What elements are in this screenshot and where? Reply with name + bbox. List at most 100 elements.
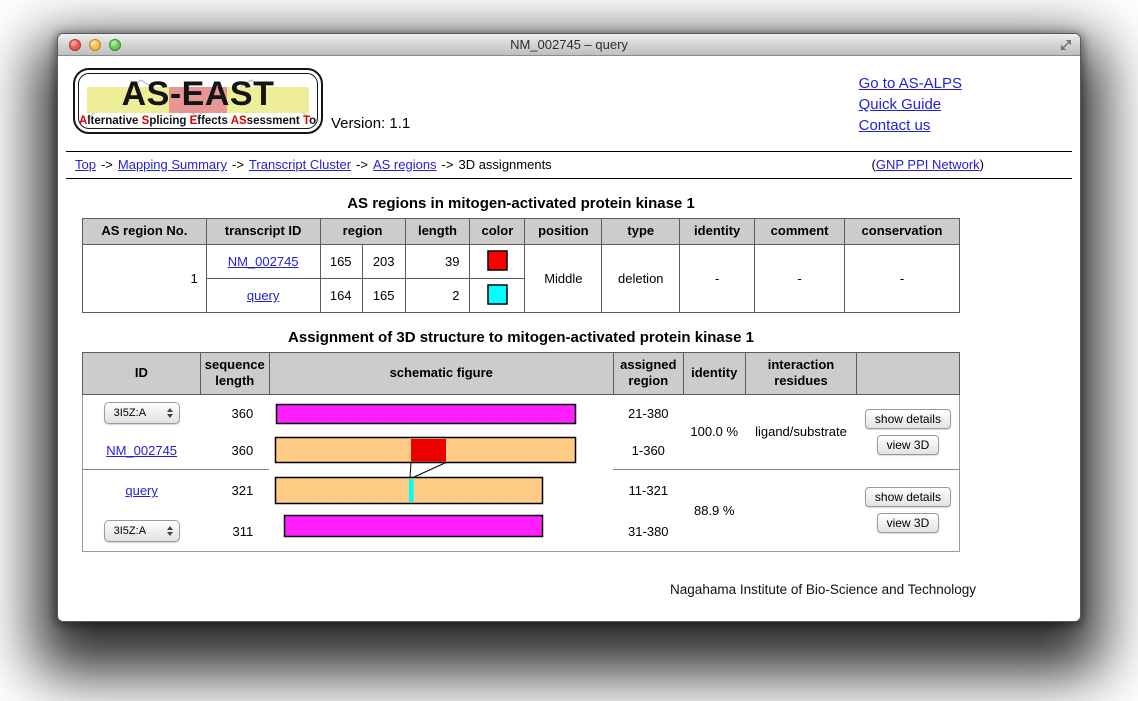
- as-region-red-segment: [411, 439, 446, 462]
- col-transcript-id: transcript ID: [206, 219, 320, 245]
- position-value: Middle: [525, 245, 602, 313]
- col-color: color: [470, 219, 525, 245]
- link-quick-guide[interactable]: Quick Guide: [859, 94, 962, 115]
- comment-value: -: [755, 245, 845, 313]
- link-query[interactable]: query: [125, 483, 158, 498]
- structure-select[interactable]: 3I5Z:A: [104, 402, 180, 424]
- col-sequence-length: sequence length: [200, 353, 269, 395]
- red-color-swatch: [487, 250, 508, 271]
- select-stepper-icon: [166, 525, 174, 537]
- breadcrumb-separator: ->: [442, 157, 454, 172]
- breadcrumb-separator: ->: [101, 157, 113, 172]
- conservation-value: -: [845, 245, 960, 313]
- minimize-button[interactable]: [89, 39, 101, 51]
- actions-cell: show details view 3D: [857, 469, 960, 551]
- breadcrumb-link-top[interactable]: Top: [75, 157, 96, 172]
- assigned-region: 11-321: [613, 469, 683, 512]
- show-details-button[interactable]: show details: [865, 409, 951, 429]
- sequence-length: 360: [200, 432, 269, 469]
- breadcrumb-current: 3D assignments: [458, 157, 551, 172]
- sequence-length: 311: [200, 512, 269, 551]
- alignment-schematic: [269, 395, 613, 548]
- title-bar[interactable]: NM_002745 – query: [58, 34, 1080, 56]
- breadcrumb-link-as-regions[interactable]: AS regions: [373, 157, 437, 172]
- link-nm-002745[interactable]: NM_002745: [106, 443, 177, 458]
- structure-select[interactable]: 3I5Z:A: [104, 520, 180, 542]
- logo-subtitle-text: ools: [309, 115, 318, 127]
- col-as-region-no: AS region No.: [83, 219, 207, 245]
- sequence-length: 321: [200, 469, 269, 512]
- col-comment: comment: [755, 219, 845, 245]
- traffic-lights: [69, 39, 121, 51]
- sequence-length: 360: [200, 394, 269, 432]
- interaction-residues: [745, 469, 857, 551]
- zoom-button[interactable]: [109, 39, 121, 51]
- col-id: ID: [83, 353, 201, 395]
- as-regions-title: AS regions in mitogen-activated protein …: [82, 195, 960, 212]
- page-content: AS-EAST Alternative Splicing Effects ASs…: [58, 56, 1080, 621]
- window-title: NM_002745 – query: [58, 37, 1080, 52]
- col-position: position: [525, 219, 602, 245]
- structure-select-value: 3I5Z:A: [114, 525, 146, 537]
- as-east-logo: AS-EAST Alternative Splicing Effects ASs…: [73, 68, 323, 134]
- identity-value: -: [680, 245, 755, 313]
- region-start: 165: [320, 245, 362, 279]
- col-type: type: [602, 219, 680, 245]
- link-transcript-query[interactable]: query: [247, 288, 280, 303]
- col-assigned-region: assigned region: [613, 353, 683, 395]
- connector-line: [410, 462, 411, 477]
- gnp-ppi-network-wrap: (GNP PPI Network): [872, 157, 984, 172]
- browser-window: NM_002745 – query AS-EAST: [57, 33, 1081, 622]
- table-row: 1 NM_002745 165 203 39 Middle deletion -…: [83, 245, 960, 279]
- close-button[interactable]: [69, 39, 81, 51]
- cyan-color-swatch: [487, 284, 508, 305]
- show-details-button[interactable]: show details: [865, 487, 951, 507]
- color-swatch-cell: [470, 279, 525, 313]
- breadcrumb-separator: ->: [232, 157, 244, 172]
- region-end: 165: [362, 279, 405, 313]
- region-start: 164: [320, 279, 362, 313]
- logo-subtitle-text: sessment: [247, 115, 303, 127]
- breadcrumb-link-mapping-summary[interactable]: Mapping Summary: [118, 157, 227, 172]
- col-schematic-figure: schematic figure: [269, 353, 613, 395]
- table-row: 3I5Z:A 360: [83, 394, 960, 432]
- link-transcript-nm-002745[interactable]: NM_002745: [228, 254, 299, 269]
- breadcrumb: Top -> Mapping Summary -> Transcript Cluster…: [66, 151, 1072, 179]
- logo-subtitle-text: plicing: [149, 115, 189, 127]
- view-3d-button[interactable]: view 3D: [877, 513, 940, 533]
- top-links: Go to AS-ALPS Quick Guide Contact us: [859, 68, 962, 136]
- assigned-region: 1-360: [613, 432, 683, 469]
- col-conservation: conservation: [845, 219, 960, 245]
- col-interaction-residues: interaction residues: [745, 353, 857, 395]
- breadcrumb-link-transcript-cluster[interactable]: Transcript Cluster: [249, 157, 351, 172]
- as-region-cyan-segment: [409, 479, 414, 502]
- view-3d-button[interactable]: view 3D: [877, 435, 940, 455]
- breadcrumb-separator: ->: [356, 157, 368, 172]
- assignment-table: ID sequence length schematic figure assi…: [82, 352, 960, 552]
- col-region: region: [320, 219, 405, 245]
- link-contact-us[interactable]: Contact us: [859, 115, 962, 136]
- col-identity: identity: [680, 219, 755, 245]
- page-header: AS-EAST Alternative Splicing Effects ASs…: [58, 68, 1080, 136]
- identity-percent: 100.0 %: [683, 394, 745, 469]
- link-go-to-as-alps[interactable]: Go to AS-ALPS: [859, 73, 962, 94]
- region-length: 2: [405, 279, 470, 313]
- paren: ): [980, 157, 984, 172]
- as-regions-table: AS region No. transcript ID region lengt…: [82, 218, 960, 313]
- col-actions: [857, 353, 960, 395]
- link-gnp-ppi-network[interactable]: GNP PPI Network: [876, 157, 980, 172]
- bar-3i5z-bottom: [285, 515, 543, 536]
- assigned-region: 31-380: [613, 512, 683, 551]
- color-swatch-cell: [470, 245, 525, 279]
- resize-icon[interactable]: [1059, 38, 1073, 57]
- assigned-region: 21-380: [613, 394, 683, 432]
- bar-3i5z-top: [277, 404, 576, 423]
- as-region-number: 1: [83, 245, 207, 313]
- col-length: length: [405, 219, 470, 245]
- identity-percent: 88.9 %: [683, 469, 745, 551]
- logo-title: AS-EAST: [79, 73, 317, 115]
- region-end: 203: [362, 245, 405, 279]
- logo-subtitle-text: ffects: [197, 115, 230, 127]
- interaction-residues: ligand/substrate: [745, 394, 857, 469]
- region-length: 39: [405, 245, 470, 279]
